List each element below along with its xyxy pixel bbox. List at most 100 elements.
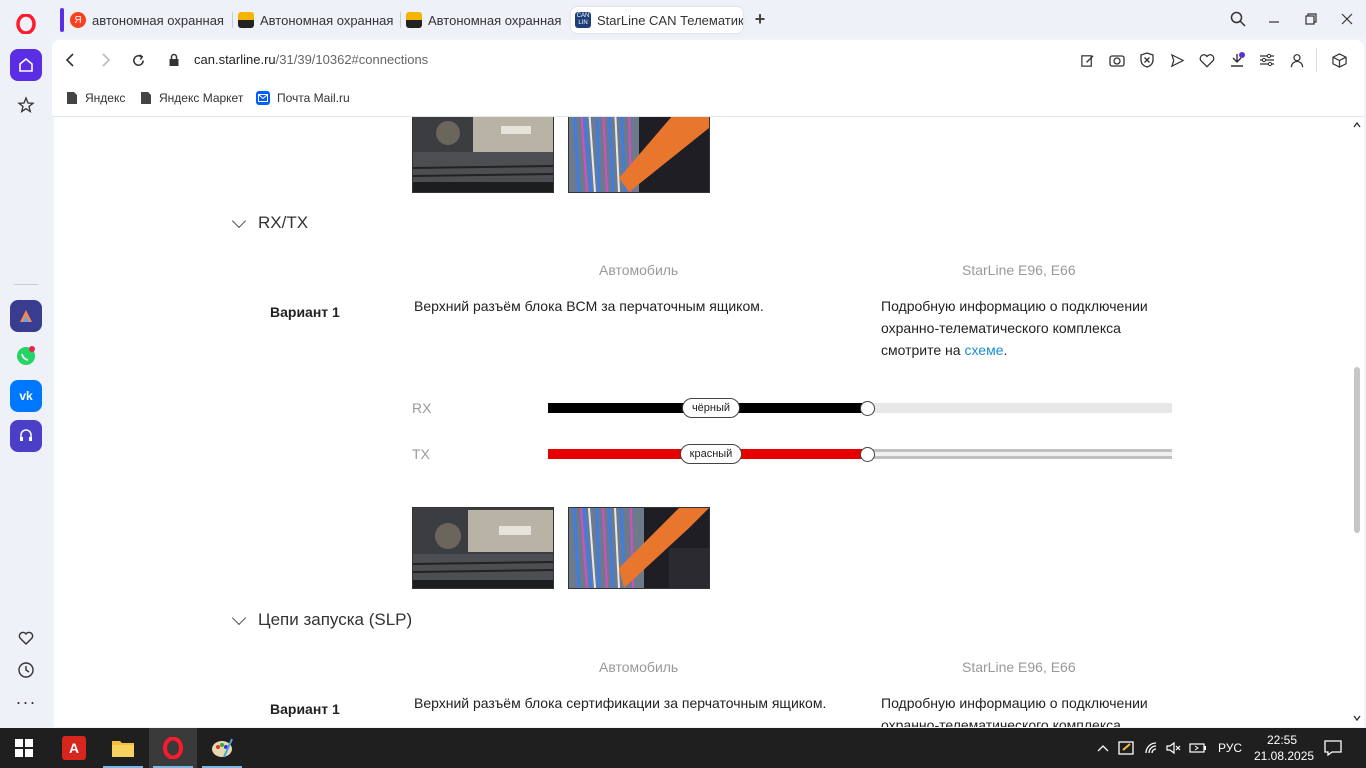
tab-2[interactable]: Автономная охранная авт [238,7,396,33]
extensions-cube-icon[interactable] [1329,50,1349,70]
address-field[interactable]: can.starline.ru/31/39/10362#connections [194,52,428,67]
send-icon[interactable] [1167,50,1187,70]
tab-label: автономная охранная авт [92,12,228,28]
favorites-heart-icon[interactable] [1197,50,1217,70]
app-tray-icon[interactable] [1117,738,1137,758]
chevron-down-icon [231,610,247,625]
wire-end-knob-rx [860,401,875,416]
opera-taskbar-icon[interactable] [149,728,197,768]
wifi-icon[interactable] [1142,738,1162,758]
section-toggle-slp[interactable]: Цепи запуска (SLP) [231,610,413,630]
tab-label: Автономная охранная си [428,12,564,28]
camera-icon[interactable] [1107,50,1127,70]
image-favicon-icon [238,12,254,28]
battery-icon[interactable] [1188,738,1208,758]
new-tab-icon[interactable]: + [750,9,770,29]
show-hidden-icons-icon[interactable] [1093,738,1113,758]
search-tabs-icon[interactable] [1228,9,1248,29]
opera-sidebar: vk ··· [0,0,52,728]
minimize-icon[interactable] [1264,9,1284,29]
section-toggle-rxtx[interactable]: RX/TX [231,213,308,233]
wire-tx-track [866,449,1172,459]
starline-description: Подробную информацию о подключении охран… [881,692,1181,727]
bookmarks-bar: Яндекс Яндекс Маркет Почта Mail.ru [52,80,1364,117]
tab-bar: Я автономная охранная авт Автономная охр… [52,0,1366,38]
address-path: /31/39/10362#connections [275,52,429,67]
wire-label-rx: RX [412,400,432,416]
bookmark-yandex-market[interactable]: Яндекс Маркет [140,89,243,107]
scroll-down-icon[interactable] [1353,715,1361,721]
scheme-link[interactable]: схеме [964,342,1003,358]
column-header-starline: StarLine E96, E66 [962,262,1076,278]
clock-time: 22:55 [1266,733,1298,747]
bookmark-mail[interactable]: Почта Mail.ru [256,89,350,107]
easy-setup-icon[interactable] [1257,50,1277,70]
section-title: Цепи запуска (SLP) [258,610,413,629]
input-language[interactable]: РУС [1218,741,1242,755]
chevron-down-icon [231,213,247,228]
wire-rx-track [866,403,1172,413]
address-domain: can.starline.ru [194,52,276,67]
column-header-starline: StarLine E96, E66 [962,659,1076,675]
reload-icon[interactable] [128,50,148,70]
whatsapp-icon[interactable] [10,340,42,372]
star-icon[interactable] [10,89,42,121]
period: . [1003,342,1008,358]
connection-photo-connector[interactable] [568,117,710,193]
opera-menu-icon[interactable] [10,8,42,40]
file-explorer-icon[interactable] [99,728,147,768]
starline-desc-line: охранно-телематического комплекса [881,717,1121,727]
navigation-bar: can.starline.ru/31/39/10362#connections [52,40,1364,80]
bookmark-yandex[interactable]: Яндекс [66,89,125,107]
windows-start-icon[interactable] [0,728,48,768]
starline-can-favicon-icon: CAN LIN [575,12,591,28]
mail-icon [256,91,270,105]
clock[interactable]: 22:55 21.08.2025 [1254,732,1314,764]
music-player-icon[interactable] [10,420,42,452]
scrollbar-thumb[interactable] [1354,367,1360,533]
wire-label-tx: TX [412,446,430,462]
vk-icon[interactable]: vk [10,380,42,412]
history-icon[interactable] [10,654,42,686]
heart-icon[interactable] [10,622,42,654]
car-description: Верхний разъём блока BCM за перчаточным … [414,298,764,314]
lock-icon[interactable] [164,50,184,70]
starline-description: Подробную информацию о подключении охран… [881,295,1181,361]
restore-icon[interactable] [1301,9,1321,29]
starline-desc-line: Подробную информацию о подключении [881,695,1148,711]
car-description: Верхний разъём блока сертификации за пер… [414,695,827,711]
paint-icon[interactable] [198,728,246,768]
more-icon[interactable]: ··· [10,686,42,718]
notifications-icon[interactable] [1323,738,1343,758]
home-icon[interactable] [10,49,42,81]
scroll-up-icon[interactable] [1353,122,1361,128]
taskbar: A РУС 22:55 21.08.2025 [0,728,1366,768]
tab-1[interactable]: Я автономная охранная авт [70,7,228,33]
variant-label: Вариант 1 [270,701,340,717]
aria-icon[interactable] [10,300,42,332]
page-icon [141,92,151,104]
close-window-icon[interactable] [1337,9,1357,29]
acrobat-icon[interactable]: A [50,728,98,768]
column-header-car: Автомобиль [599,262,679,278]
wire-color-label-rx: чёрный [682,398,740,418]
volume-muted-icon[interactable] [1164,738,1184,758]
scrollbar[interactable] [1350,117,1364,727]
wire-end-knob-tx [860,447,875,462]
forward-icon[interactable] [96,50,116,70]
tab-label: Автономная охранная авт [260,12,396,28]
downloads-icon[interactable] [1227,50,1247,70]
tab-3[interactable]: Автономная охранная си [406,7,564,33]
back-icon[interactable] [60,50,80,70]
connection-photo-bcm[interactable] [412,117,554,193]
connection-photo-connector[interactable] [568,507,710,589]
adblock-shield-icon[interactable] [1137,50,1157,70]
connection-photo-bcm[interactable] [412,507,554,589]
starline-desc-line: смотрите на [881,342,965,358]
bookmark-label: Почта Mail.ru [277,91,350,105]
tab-4-active[interactable]: CAN LIN StarLine CAN Телематика [571,7,743,33]
image-favicon-icon [406,12,422,28]
profile-icon[interactable] [1287,50,1307,70]
variant-label: Вариант 1 [270,304,340,320]
edit-icon[interactable] [1077,50,1097,70]
